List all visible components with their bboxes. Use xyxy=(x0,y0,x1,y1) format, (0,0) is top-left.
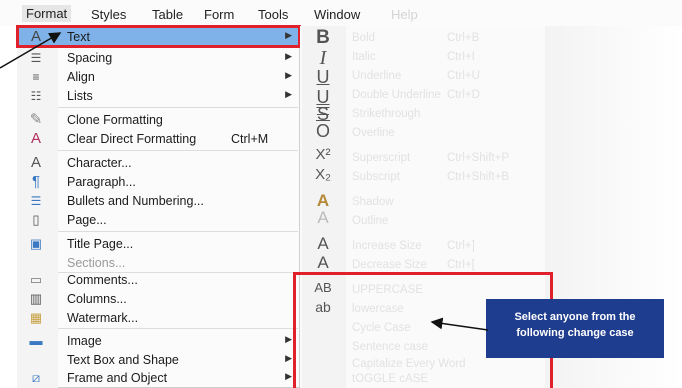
arrow-to-text-item xyxy=(0,32,62,69)
annotation-arrows xyxy=(0,32,489,331)
arrow-to-change-case xyxy=(430,317,489,331)
